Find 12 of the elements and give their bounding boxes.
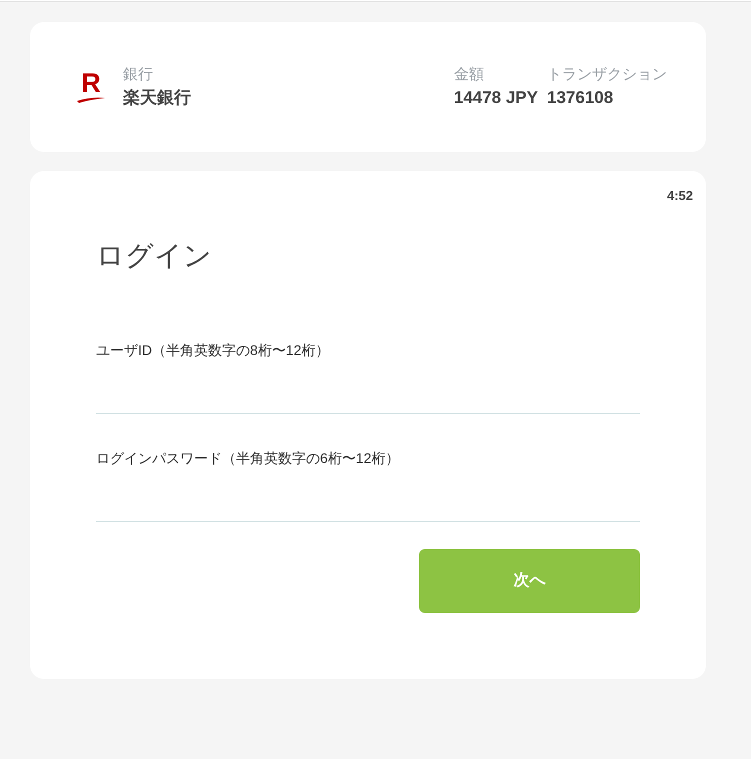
- bank-label: 銀行: [123, 65, 154, 85]
- detail-label: トランザクション: [547, 65, 667, 85]
- bank-logo: R: [76, 71, 106, 103]
- login-heading: ログイン: [96, 239, 212, 273]
- detail-value: 14478 JPY: [454, 87, 538, 109]
- bank-name: 楽天銀行: [123, 87, 191, 109]
- field-label: ログインパスワード（半角英数字の6桁〜12桁）: [96, 449, 400, 468]
- field-label: ユーザID（半角英数字の8桁〜12桁）: [96, 341, 330, 360]
- detail-label: 金額: [454, 65, 485, 85]
- countdown-timer: 4:52: [666, 187, 693, 205]
- detail-value: 1376108: [547, 87, 614, 109]
- next-button[interactable]: 次へ: [419, 549, 640, 613]
